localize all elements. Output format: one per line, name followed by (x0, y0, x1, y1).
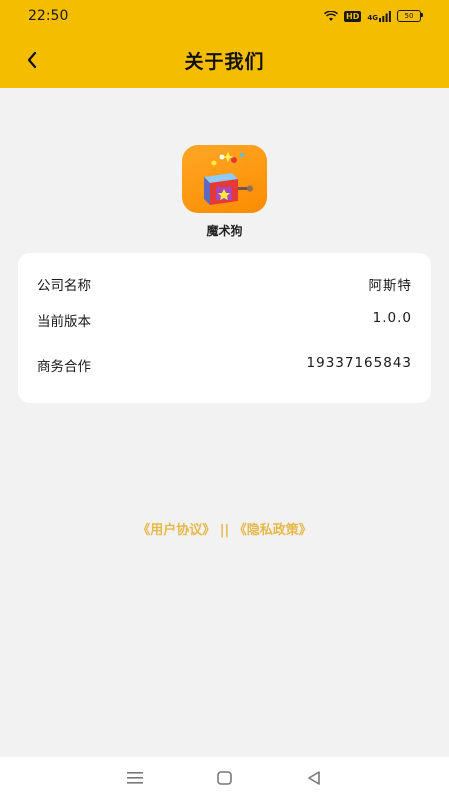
app-name: 魔术狗 (206, 224, 243, 238)
info-value: 1.0.0 (372, 310, 412, 326)
wifi-icon (324, 10, 339, 21)
network-label: 4G (367, 13, 378, 22)
info-row-business: 商务合作 19337165843 (37, 355, 412, 375)
header: 关于我们 (0, 32, 449, 88)
chevron-left-icon (27, 51, 37, 69)
privacy-policy-link[interactable]: 《隐私政策》 (234, 523, 312, 538)
magic-box-app-icon (182, 145, 267, 213)
menu-button[interactable] (123, 766, 147, 790)
info-value: 阿斯特 (368, 278, 412, 294)
back-triangle-icon (308, 771, 320, 785)
info-value: 19337165843 (306, 355, 412, 371)
status-icons: HD 4G 50 (324, 10, 423, 22)
links-separator: || (215, 523, 234, 538)
system-back-button[interactable] (302, 766, 326, 790)
hd-badge: HD (344, 10, 362, 22)
home-button[interactable] (212, 766, 236, 790)
info-label: 商务合作 (37, 359, 91, 375)
user-agreement-link[interactable]: 《用户协议》 (137, 523, 215, 538)
info-label: 当前版本 (37, 314, 91, 330)
info-row-company: 公司名称 阿斯特 (37, 274, 412, 294)
signal-icon: 4G (367, 10, 391, 22)
page-title: 关于我们 (184, 50, 265, 73)
battery-level: 50 (404, 12, 414, 20)
info-card: 公司名称 阿斯特 当前版本 1.0.0 商务合作 19337165843 (18, 253, 431, 403)
info-row-version: 当前版本 1.0.0 (37, 310, 412, 330)
menu-icon (126, 772, 143, 784)
system-nav-bar (0, 757, 449, 799)
home-icon (217, 771, 232, 785)
battery-icon: 50 (397, 10, 423, 22)
status-bar: 22:50 HD 4G 50 (0, 0, 449, 32)
info-label: 公司名称 (37, 278, 91, 294)
status-time: 22:50 (28, 8, 69, 24)
agreement-links: 《用户协议》 || 《隐私政策》 (0, 519, 449, 538)
back-button[interactable] (20, 44, 44, 76)
